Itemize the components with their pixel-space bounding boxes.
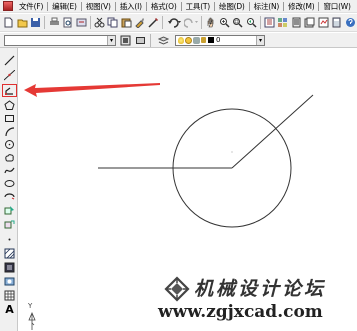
- pan-icon[interactable]: [205, 16, 216, 29]
- line-tool-icon[interactable]: [3, 54, 16, 66]
- menu-divider: [47, 1, 49, 11]
- toolbar-divider: [259, 16, 261, 29]
- new-file-icon[interactable]: [3, 16, 14, 29]
- watermark-url: www.zgjxcad.com: [158, 302, 323, 322]
- site-watermark: 机械设计论坛 www.zgjxcad.com: [158, 274, 354, 326]
- undo-icon[interactable]: [166, 16, 182, 29]
- zoom-previous-icon[interactable]: [245, 16, 257, 29]
- design-center-icon[interactable]: [277, 16, 288, 29]
- layer-unlock-icon[interactable]: [201, 37, 206, 43]
- block-editor-icon[interactable]: [148, 16, 159, 29]
- tool-palettes-icon[interactable]: [291, 16, 302, 29]
- polyline-tool-icon[interactable]: [2, 84, 17, 97]
- hatch-tool-icon[interactable]: [3, 247, 16, 259]
- standard-toolbar: [0, 14, 357, 32]
- polygon-tool-icon[interactable]: [3, 99, 16, 111]
- help-icon[interactable]: [345, 16, 356, 29]
- layer-viewport-icon[interactable]: [193, 36, 200, 44]
- chevron-down-icon[interactable]: ▾: [107, 35, 115, 45]
- layer-thaw-sun-icon[interactable]: [185, 36, 192, 44]
- workspace-dropdown[interactable]: ▾: [4, 34, 116, 46]
- watermark-title: 机械设计论坛: [194, 278, 327, 300]
- menu-format[interactable]: 格式(O): [148, 0, 180, 13]
- menu-edit[interactable]: 编辑(E): [49, 0, 80, 13]
- zoom-realtime-icon[interactable]: [218, 16, 230, 29]
- arc-tool-icon[interactable]: [3, 125, 16, 137]
- rectangle-tool-icon[interactable]: [3, 112, 16, 124]
- circle-tool-icon[interactable]: [3, 138, 16, 150]
- save-icon[interactable]: [30, 16, 41, 29]
- menu-bar: 文件(F) 编辑(E) 视图(V) 插入(I) 格式(O) 工具(T) 绘图(D…: [0, 0, 357, 13]
- center-mark: [231, 151, 233, 153]
- ucs-axis-icon: [28, 311, 36, 330]
- properties-icon[interactable]: [264, 16, 275, 29]
- insert-block-icon[interactable]: [3, 204, 16, 216]
- menu-modify[interactable]: 修改(M): [285, 0, 317, 13]
- ucs-icon: Y: [24, 302, 42, 330]
- toolbar-divider: [89, 16, 91, 29]
- redo-icon[interactable]: [183, 16, 198, 29]
- chevron-down-icon[interactable]: ▾: [256, 35, 264, 45]
- copy-icon[interactable]: [107, 16, 118, 29]
- menu-file[interactable]: 文件(F): [16, 0, 46, 13]
- layer-name: 0: [216, 35, 221, 44]
- menu-insert[interactable]: 插入(I): [117, 0, 145, 13]
- drawn-diagonal-line[interactable]: [231, 94, 314, 169]
- toolbar-divider: [150, 33, 151, 47]
- construction-line-icon[interactable]: [3, 69, 16, 81]
- markup-icon[interactable]: [318, 16, 329, 29]
- menu-divider: [145, 1, 147, 11]
- publish-icon[interactable]: [75, 16, 87, 29]
- region-tool-icon[interactable]: [3, 275, 16, 287]
- draw-toolbar: A: [0, 48, 18, 331]
- point-tool-icon[interactable]: [3, 233, 16, 245]
- table-tool-icon[interactable]: [3, 289, 16, 301]
- menu-divider: [114, 1, 116, 11]
- toolbar-divider: [201, 16, 202, 29]
- cut-icon[interactable]: [94, 16, 105, 29]
- paste-icon[interactable]: [121, 16, 132, 29]
- multiline-text-tool[interactable]: A: [3, 303, 16, 316]
- layer-manager-icon[interactable]: [134, 34, 147, 47]
- toolbar-divider: [162, 16, 163, 29]
- menu-divider: [214, 1, 216, 11]
- ellipse-tool-icon[interactable]: [3, 177, 16, 189]
- print-icon[interactable]: [48, 16, 59, 29]
- menu-dimension[interactable]: 标注(N): [251, 0, 282, 13]
- app-logo-icon[interactable]: [3, 1, 13, 11]
- watermark-logo-icon: [164, 276, 190, 302]
- sheet-set-icon[interactable]: [304, 16, 315, 29]
- ucs-y-axis-label: Y: [28, 302, 33, 310]
- menu-divider: [318, 1, 320, 11]
- layer-on-bulb-icon[interactable]: [178, 36, 184, 44]
- print-preview-icon[interactable]: [62, 16, 73, 29]
- open-folder-icon[interactable]: [16, 16, 28, 29]
- menu-divider: [248, 1, 250, 11]
- gradient-tool-icon[interactable]: [3, 261, 16, 273]
- layers-toolbar: ▾ 0 ▾: [0, 33, 357, 48]
- calculator-icon[interactable]: [331, 16, 342, 29]
- cad-window: 文件(F) 编辑(E) 视图(V) 插入(I) 格式(O) 工具(T) 绘图(D…: [0, 0, 357, 331]
- menu-divider: [80, 1, 82, 11]
- layer-states-icon[interactable]: [157, 34, 170, 47]
- toolbar-divider: [44, 16, 46, 29]
- menu-window[interactable]: 窗口(W): [320, 0, 353, 13]
- make-block-icon[interactable]: [3, 218, 16, 230]
- ellipse-arc-icon[interactable]: [3, 190, 16, 202]
- workspace-settings-icon[interactable]: [119, 34, 132, 47]
- menu-divider: [283, 1, 285, 11]
- menu-view[interactable]: 视图(V): [83, 0, 114, 13]
- revision-cloud-icon[interactable]: [3, 151, 16, 163]
- match-properties-icon[interactable]: [134, 16, 145, 29]
- menu-draw[interactable]: 绘图(D): [216, 0, 248, 13]
- menu-divider: [180, 1, 182, 11]
- spline-tool-icon[interactable]: [3, 164, 16, 176]
- menu-tools[interactable]: 工具(T): [183, 0, 213, 13]
- layer-dropdown[interactable]: 0 ▾: [175, 34, 265, 46]
- zoom-window-icon[interactable]: [232, 16, 243, 29]
